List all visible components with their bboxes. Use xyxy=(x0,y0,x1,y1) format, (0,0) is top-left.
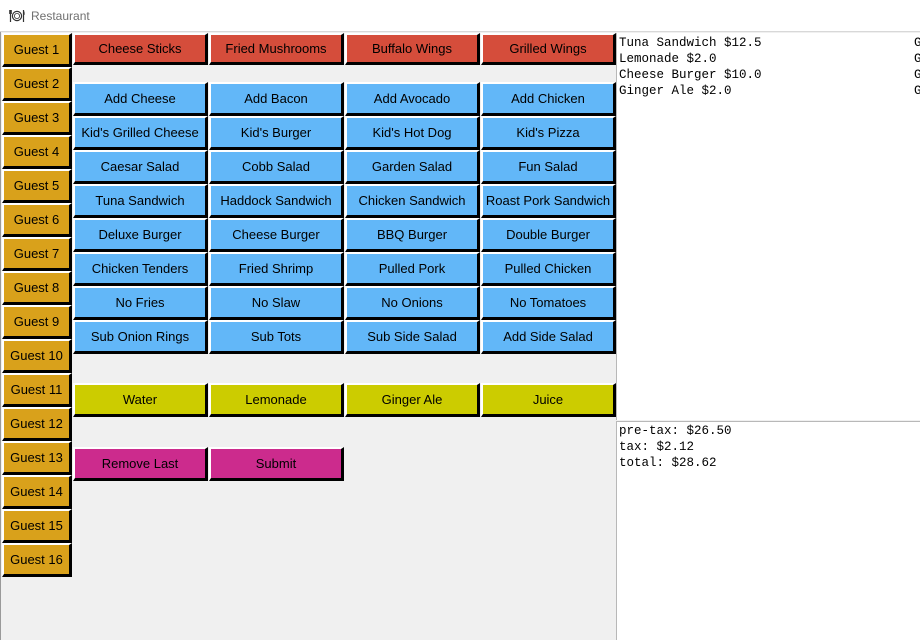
menu-item-button[interactable]: Chicken Sandwich xyxy=(345,184,480,218)
appetizer-button-4[interactable]: Grilled Wings xyxy=(481,33,616,65)
window-border xyxy=(0,32,1,640)
menu-item-button[interactable]: No Fries xyxy=(73,286,208,320)
grand-total: total: $28.62 xyxy=(619,456,717,470)
totals-panel: pre-tax: $26.50 tax: $2.12 total: $28.62 xyxy=(616,421,920,640)
guest-button-9[interactable]: Guest 9 xyxy=(2,305,72,339)
drink-button-4[interactable]: Juice xyxy=(481,383,616,417)
drink-button-1[interactable]: Water xyxy=(73,383,208,417)
tax-amount: tax: $2.12 xyxy=(619,440,695,454)
guest-button-12[interactable]: Guest 12 xyxy=(2,407,72,441)
menu-item-button[interactable]: Kid's Grilled Cheese xyxy=(73,116,208,150)
menu-item-button[interactable]: Pulled Chicken xyxy=(481,252,616,286)
menu-item-button[interactable]: Pulled Pork xyxy=(345,252,480,286)
menu-item-button[interactable]: Fried Shrimp xyxy=(209,252,344,286)
drink-button-3[interactable]: Ginger Ale xyxy=(345,383,480,417)
pretax-total: pre-tax: $26.50 xyxy=(619,424,732,438)
menu-item-button[interactable]: Kid's Burger xyxy=(209,116,344,150)
menu-item-button[interactable]: Garden Salad xyxy=(345,150,480,184)
guest-button-1[interactable]: Guest 1 xyxy=(2,33,72,67)
title-bar: Restaurant xyxy=(0,0,920,32)
menu-item-button[interactable]: Add Chicken xyxy=(481,82,616,116)
guest-button-16[interactable]: Guest 16 xyxy=(2,543,72,577)
menu-item-button[interactable]: Cheese Burger xyxy=(209,218,344,252)
menu-item-button[interactable]: Tuna Sandwich xyxy=(73,184,208,218)
guest-button-14[interactable]: Guest 14 xyxy=(2,475,72,509)
order-line[interactable]: Cheese Burger $10.0 G xyxy=(617,67,920,83)
submit-button[interactable]: Submit xyxy=(209,447,344,481)
menu-item-button[interactable]: Sub Onion Rings xyxy=(73,320,208,354)
order-guest-text: G xyxy=(914,35,920,51)
plate-cutlery-icon xyxy=(9,10,25,22)
order-line[interactable]: Lemonade $2.0 G xyxy=(617,51,920,67)
menu-item-button[interactable]: Double Burger xyxy=(481,218,616,252)
guest-button-7[interactable]: Guest 7 xyxy=(2,237,72,271)
menu-item-button[interactable]: No Onions xyxy=(345,286,480,320)
order-guest-text: G xyxy=(914,51,920,67)
menu-item-button[interactable]: Caesar Salad xyxy=(73,150,208,184)
guest-button-13[interactable]: Guest 13 xyxy=(2,441,72,475)
guest-button-6[interactable]: Guest 6 xyxy=(2,203,72,237)
menu-item-button[interactable]: Fun Salad xyxy=(481,150,616,184)
guest-button-4[interactable]: Guest 4 xyxy=(2,135,72,169)
guest-button-8[interactable]: Guest 8 xyxy=(2,271,72,305)
window-title: Restaurant xyxy=(31,9,90,23)
order-item-text: Lemonade $2.0 xyxy=(619,52,717,66)
menu-item-button[interactable]: No Slaw xyxy=(209,286,344,320)
drink-button-2[interactable]: Lemonade xyxy=(209,383,344,417)
menu-item-button[interactable]: Kid's Pizza xyxy=(481,116,616,150)
order-list[interactable]: Tuna Sandwich $12.5GLemonade $2.0GCheese… xyxy=(616,33,920,420)
menu-item-button[interactable]: BBQ Burger xyxy=(345,218,480,252)
menu-item-button[interactable]: Chicken Tenders xyxy=(73,252,208,286)
guest-button-10[interactable]: Guest 10 xyxy=(2,339,72,373)
menu-item-button[interactable]: Deluxe Burger xyxy=(73,218,208,252)
order-item-text: Cheese Burger $10.0 xyxy=(619,68,762,82)
guest-button-15[interactable]: Guest 15 xyxy=(2,509,72,543)
guest-button-11[interactable]: Guest 11 xyxy=(2,373,72,407)
order-guest-text: G xyxy=(914,83,920,99)
menu-item-button[interactable]: Sub Tots xyxy=(209,320,344,354)
menu-item-button[interactable]: Kid's Hot Dog xyxy=(345,116,480,150)
menu-item-button[interactable]: Roast Pork Sandwich xyxy=(481,184,616,218)
menu-item-button[interactable]: Add Side Salad xyxy=(481,320,616,354)
order-item-text: Ginger Ale $2.0 xyxy=(619,84,732,98)
menu-item-button[interactable]: Add Avocado xyxy=(345,82,480,116)
menu-item-button[interactable]: Add Cheese xyxy=(73,82,208,116)
menu-item-button[interactable]: Sub Side Salad xyxy=(345,320,480,354)
menu-item-button[interactable]: Haddock Sandwich xyxy=(209,184,344,218)
order-line[interactable]: Tuna Sandwich $12.5 G xyxy=(617,35,920,51)
order-item-text: Tuna Sandwich $12.5 xyxy=(619,36,762,50)
guest-button-3[interactable]: Guest 3 xyxy=(2,101,72,135)
remove-last-button[interactable]: Remove Last xyxy=(73,447,208,481)
menu-item-button[interactable]: Cobb Salad xyxy=(209,150,344,184)
appetizer-button-2[interactable]: Fried Mushrooms xyxy=(209,33,344,65)
menu-item-button[interactable]: Add Bacon xyxy=(209,82,344,116)
guest-button-5[interactable]: Guest 5 xyxy=(2,169,72,203)
menu-item-button[interactable]: No Tomatoes xyxy=(481,286,616,320)
appetizer-button-3[interactable]: Buffalo Wings xyxy=(345,33,480,65)
appetizer-button-1[interactable]: Cheese Sticks xyxy=(73,33,208,65)
order-line[interactable]: Ginger Ale $2.0 G xyxy=(617,83,920,99)
order-guest-text: G xyxy=(914,67,920,83)
guest-button-2[interactable]: Guest 2 xyxy=(2,67,72,101)
